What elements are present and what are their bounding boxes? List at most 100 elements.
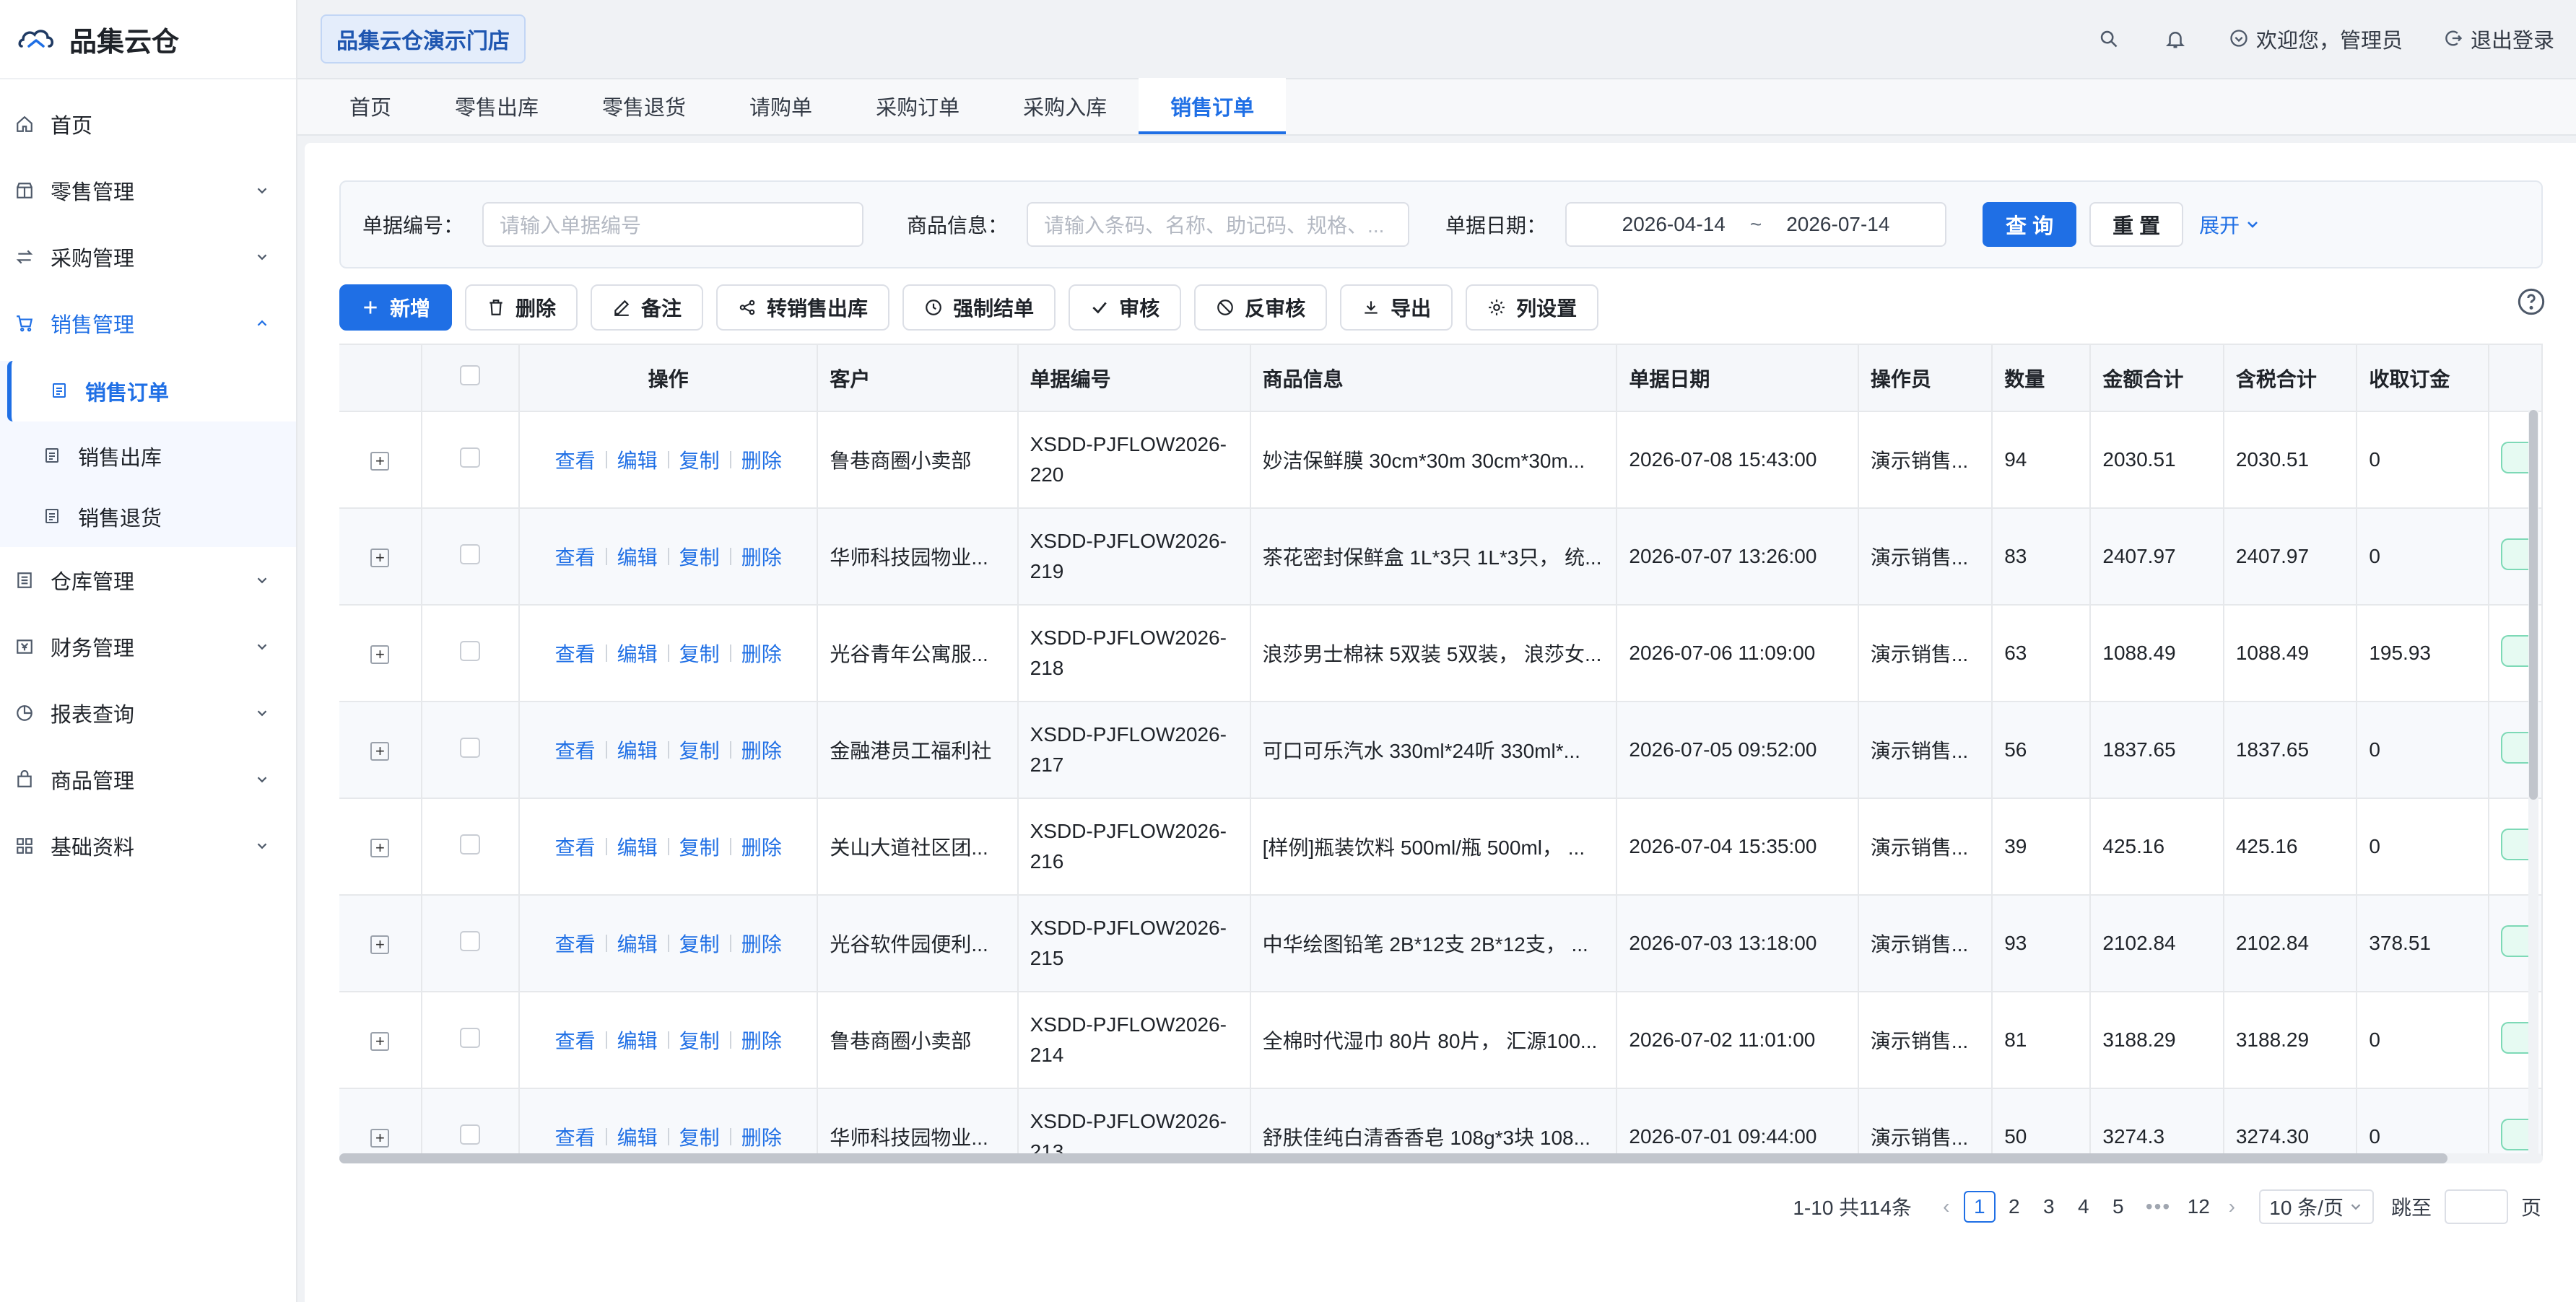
row-action-view[interactable]: 查看 [555,832,596,861]
delete-button[interactable]: 删除 [465,284,578,331]
row-action-copy[interactable]: 复制 [679,445,720,474]
row-action-delete[interactable]: 删除 [741,639,782,668]
sidebar-item-sales-outbound[interactable]: 销售出库 [0,426,296,486]
row-action-copy[interactable]: 复制 [679,542,720,571]
column-header-operator[interactable]: 操作员 [1858,345,1993,412]
page-5[interactable]: 5 [2102,1191,2134,1223]
row-action-edit[interactable]: 编辑 [617,639,658,668]
store-badge[interactable]: 品集云仓演示门店 [321,14,526,64]
row-action-view[interactable]: 查看 [555,1122,596,1151]
row-action-delete[interactable]: 删除 [741,1122,782,1151]
row-action-view[interactable]: 查看 [555,1026,596,1054]
audit-button[interactable]: 审核 [1069,284,1182,331]
sidebar-item-sales-return[interactable]: 销售退货 [0,486,296,547]
vertical-scrollbar[interactable] [2528,410,2538,1153]
column-header-date[interactable]: 单据日期 [1616,345,1859,412]
row-action-edit[interactable]: 编辑 [617,445,658,474]
page-1[interactable]: 1 [1963,1191,1996,1223]
tab-retail-outbound[interactable]: 零售出库 [423,78,570,134]
table-row[interactable]: + 查看 编辑 复制 删除 光谷软件园便利... XSDD-PJFLOW2026- 215 中华… [339,895,2543,992]
expand-row-icon[interactable]: + [370,1129,390,1148]
tab-requisition[interactable]: 请购单 [718,78,844,134]
remark-button[interactable]: 备注 [591,284,704,331]
row-action-copy[interactable]: 复制 [679,1026,720,1054]
row-action-edit[interactable]: 编辑 [617,1026,658,1054]
column-header-amount[interactable]: 金额合计 [2090,345,2224,412]
page-last[interactable]: 12 [2183,1191,2214,1223]
sidebar-item-goods[interactable]: 商品管理 [0,746,296,813]
column-header-bill-no[interactable]: 单据编号 [1017,345,1251,412]
query-button[interactable]: 查 询 [1983,202,2077,247]
table-row[interactable]: + 查看 编辑 复制 删除 华师科技园物业... XSDD-PJFLOW2026- 213 舒肤… [339,1088,2543,1159]
row-action-delete[interactable]: 删除 [741,445,782,474]
table-row[interactable]: + 查看 编辑 复制 删除 华师科技园物业... XSDD-PJFLOW2026- 219 茶花… [339,508,2543,606]
expand-row-icon[interactable]: + [370,935,390,954]
next-page-icon[interactable]: › [2223,1195,2240,1218]
add-button[interactable]: 新增 [339,284,453,331]
table-row[interactable]: + 查看 编辑 复制 删除 鲁巷商圈小卖部 XSDD-PJFLOW2026- 214 全棉时代湿… [339,992,2543,1089]
column-header-tax-total[interactable]: 含税合计 [2223,345,2358,412]
row-action-delete[interactable]: 删除 [741,832,782,861]
scrollbar-thumb[interactable] [339,1153,2447,1163]
expand-row-icon[interactable]: + [370,839,390,857]
table-row[interactable]: + 查看 编辑 复制 删除 鲁巷商圈小卖部 XSDD-PJFLOW2026- 220 妙洁保鲜膜… [339,411,2543,509]
column-header-customer[interactable]: 客户 [817,345,1019,412]
expand-row-icon[interactable]: + [370,1032,390,1051]
page-size-select[interactable]: 10 条/页 [2259,1189,2374,1224]
row-checkbox[interactable] [460,447,481,468]
row-checkbox[interactable] [460,640,481,661]
sidebar-item-sales-order[interactable]: 销售订单 [7,361,296,421]
row-action-copy[interactable]: 复制 [679,832,720,861]
app-logo[interactable]: 品集云仓 [0,0,296,79]
tab-purchase-inbound[interactable]: 采购入库 [991,78,1139,134]
row-action-edit[interactable]: 编辑 [617,735,658,764]
row-checkbox[interactable] [460,1027,481,1048]
sidebar-item-purchase[interactable]: 采购管理 [0,224,296,290]
reset-button[interactable]: 重 置 [2089,202,2184,247]
row-checkbox[interactable] [460,737,481,758]
goods-info-input[interactable]: 请输入条码、名称、助记码、规格、... [1027,202,1410,247]
unaudit-button[interactable]: 反审核 [1194,284,1328,331]
row-action-edit[interactable]: 编辑 [617,832,658,861]
row-action-delete[interactable]: 删除 [741,929,782,958]
row-action-view[interactable]: 查看 [555,445,596,474]
tab-home[interactable]: 首页 [318,78,423,134]
table-row[interactable]: + 查看 编辑 复制 删除 金融港员工福利社 XSDD-PJFLOW2026- 217 可口可乐… [339,702,2543,799]
row-action-copy[interactable]: 复制 [679,735,720,764]
page-ellipsis[interactable]: ••• [2146,1195,2171,1218]
logout-button[interactable]: 退出登录 [2443,24,2554,54]
export-button[interactable]: 导出 [1340,284,1453,331]
column-settings-button[interactable]: 列设置 [1466,284,1599,331]
expand-row-icon[interactable]: + [370,452,390,471]
expand-row-icon[interactable]: + [370,742,390,761]
welcome-user[interactable]: 欢迎您，管理员 [2229,24,2403,54]
row-action-edit[interactable]: 编辑 [617,542,658,571]
sidebar-item-home[interactable]: 首页 [0,91,296,157]
row-action-copy[interactable]: 复制 [679,929,720,958]
bell-icon[interactable] [2162,26,2188,52]
sidebar-item-finance[interactable]: 财务管理 [0,613,296,680]
tab-sales-order[interactable]: 销售订单 [1139,78,1287,134]
sidebar-item-sales[interactable]: 销售管理 [0,290,296,357]
page-2[interactable]: 2 [1998,1191,2030,1223]
column-header-deposit[interactable]: 收取订金 [2357,345,2489,412]
expand-filter-link[interactable]: 展开 [2199,210,2261,239]
expand-row-icon[interactable]: + [370,549,390,567]
scrollbar-thumb[interactable] [2529,410,2538,800]
page-4[interactable]: 4 [2068,1191,2099,1223]
column-header-goods[interactable]: 商品信息 [1250,345,1618,412]
tab-purchase-order[interactable]: 采购订单 [844,78,991,134]
jump-page-input[interactable] [2444,1189,2508,1224]
row-checkbox[interactable] [460,543,481,564]
to-sales-outbound-button[interactable]: 转销售出库 [716,284,890,331]
select-all-checkbox[interactable] [460,365,481,385]
horizontal-scrollbar[interactable] [339,1153,2543,1163]
date-range-picker[interactable]: 2026-04-14 ~ 2026-07-14 [1565,202,1947,247]
row-action-edit[interactable]: 编辑 [617,929,658,958]
table-row[interactable]: + 查看 编辑 复制 删除 关山大道社区团... XSDD-PJFLOW2026- 216 [样… [339,798,2543,896]
row-action-delete[interactable]: 删除 [741,1026,782,1054]
column-header-qty[interactable]: 数量 [1992,345,2092,412]
search-icon[interactable] [2096,26,2122,52]
prev-page-icon[interactable]: ‹ [1938,1195,1955,1218]
row-action-delete[interactable]: 删除 [741,542,782,571]
